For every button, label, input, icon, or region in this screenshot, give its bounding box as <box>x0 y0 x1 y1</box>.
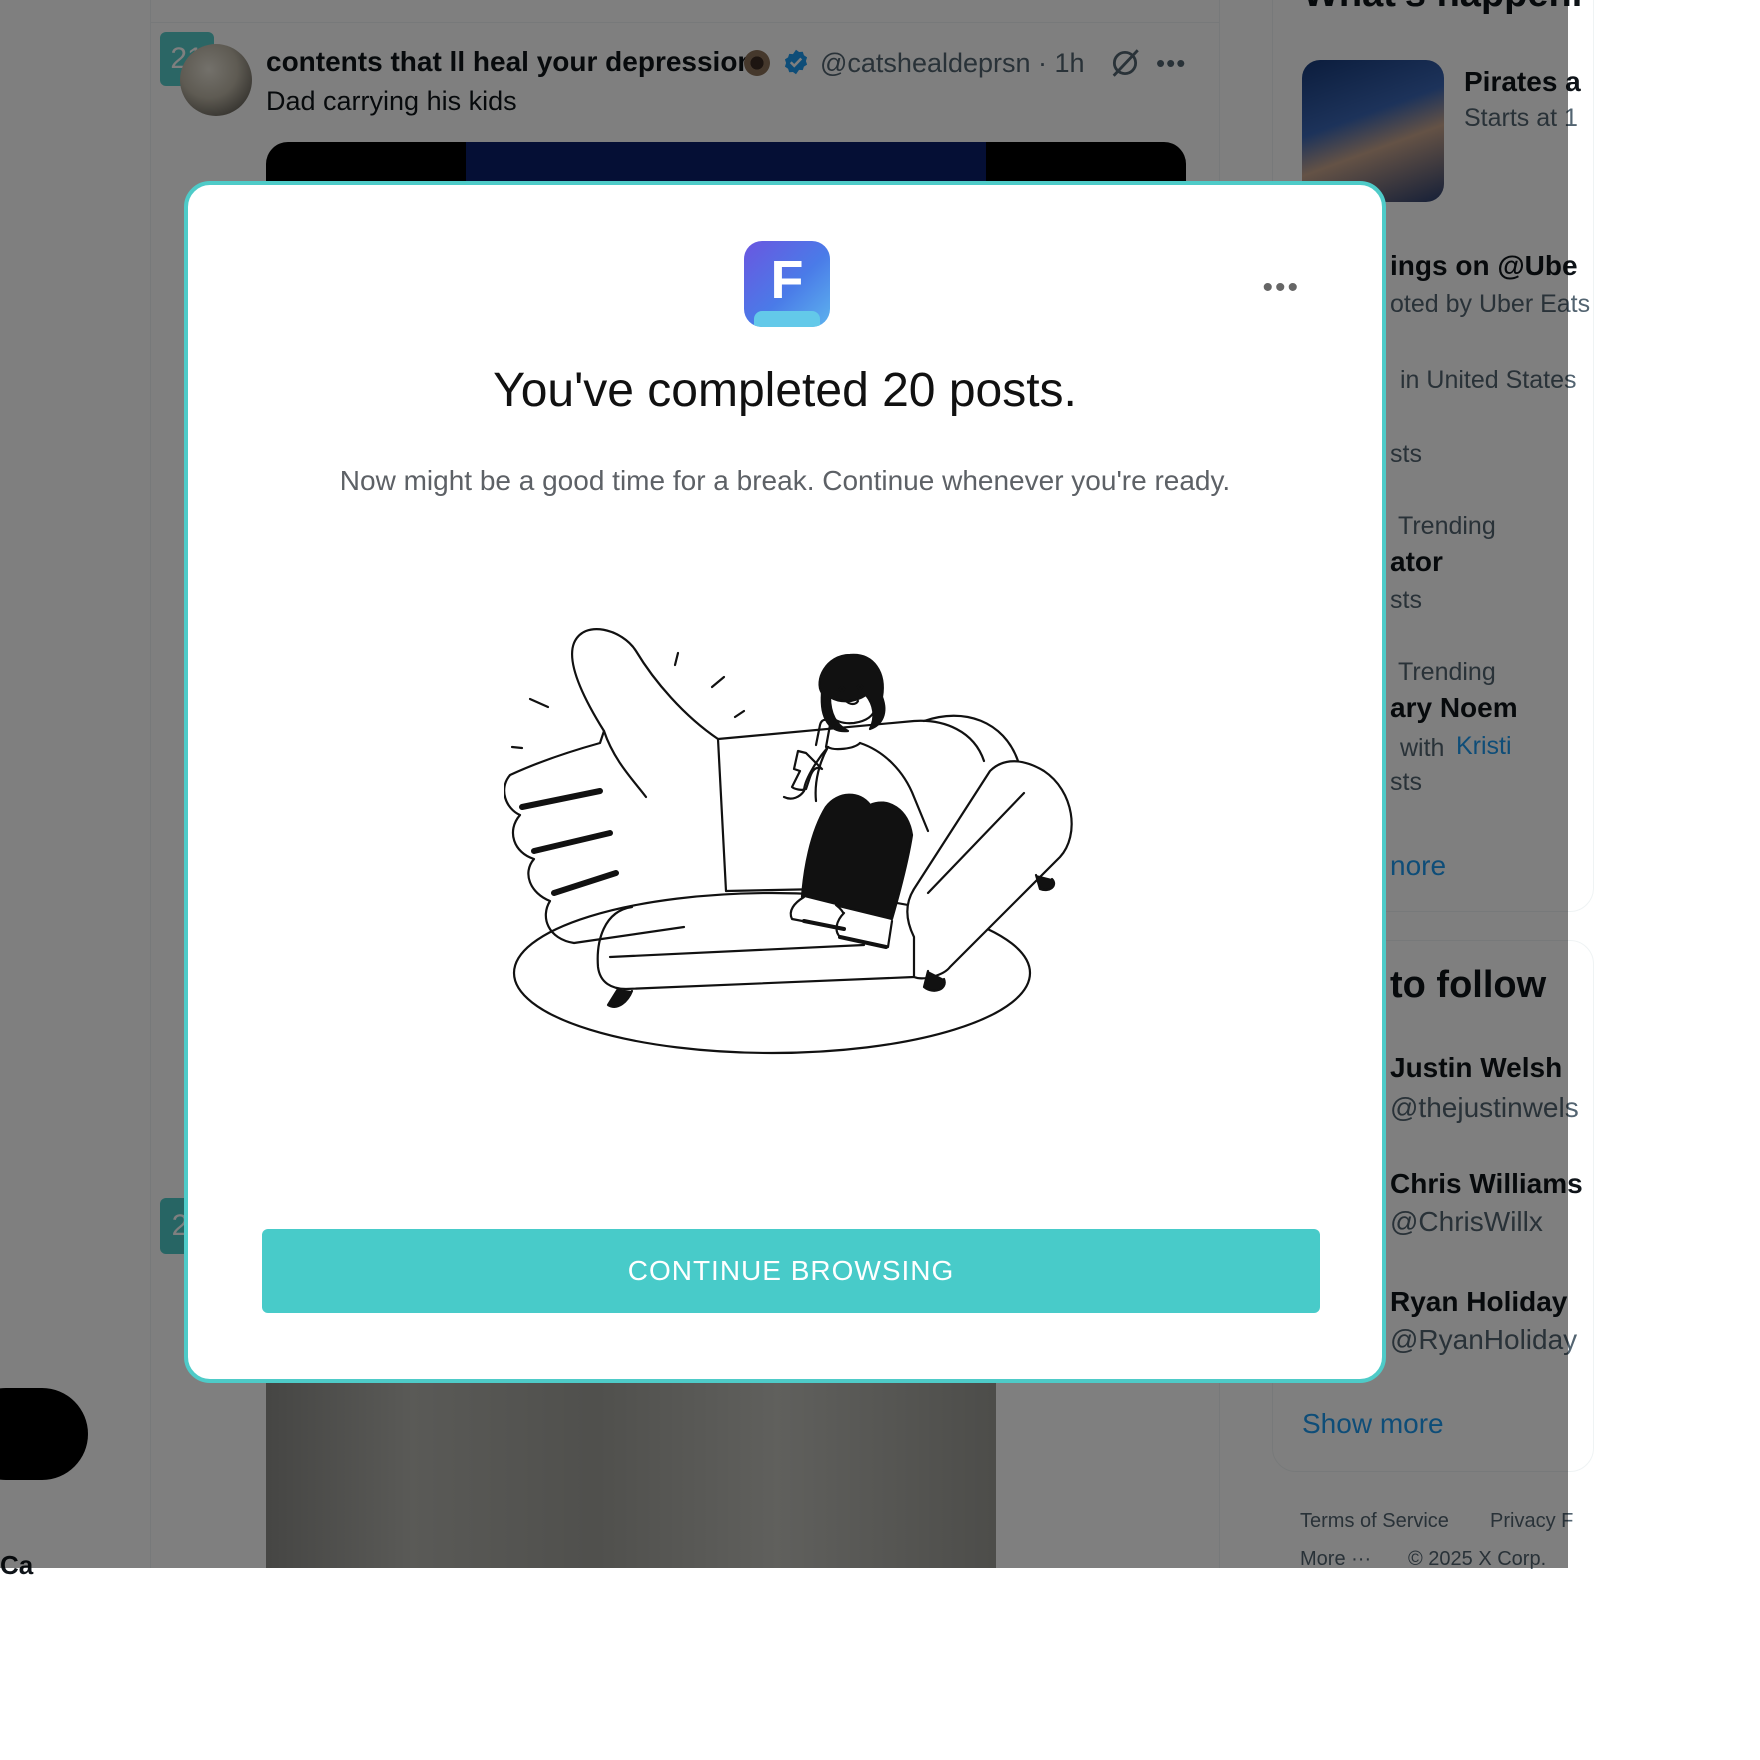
dialog-subtitle: Now might be a good time for a break. Co… <box>339 465 1231 496</box>
app-logo-accent <box>754 311 820 327</box>
more-options-icon[interactable]: ••• <box>1262 271 1300 305</box>
app-logo-letter: F <box>770 250 804 310</box>
break-reminder-dialog: F ••• You've completed 20 posts. Now mig… <box>184 181 1386 1383</box>
dialog-title: You've completed 20 posts. <box>493 364 1077 417</box>
app-logo-icon: F <box>744 241 830 327</box>
continue-browsing-button[interactable]: CONTINUE BROWSING <box>262 1229 1320 1313</box>
break-illustration <box>504 628 1073 1055</box>
